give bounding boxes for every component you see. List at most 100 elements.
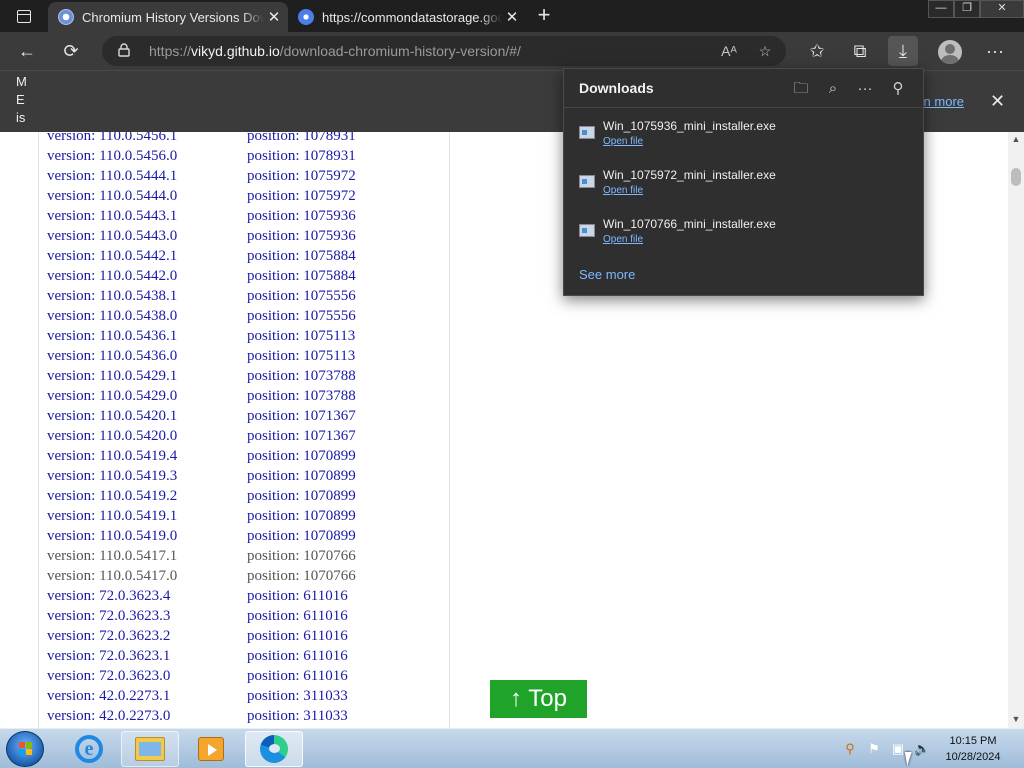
version-label[interactable]: version: 110.0.5419.0 [47, 528, 177, 545]
version-label[interactable]: version: 110.0.5429.0 [47, 388, 177, 405]
action-center-flag-icon[interactable]: ⚑ [866, 741, 882, 757]
address-bar[interactable]: https://vikyd.github.io/download-chromiu… [102, 36, 786, 66]
media-player-button[interactable] [182, 731, 240, 767]
position-label[interactable]: position: 1070899 [247, 448, 356, 465]
position-label[interactable]: position: 1075113 [247, 348, 355, 365]
see-more-link[interactable]: See more [579, 267, 635, 282]
scroll-down-icon[interactable]: ▼ [1008, 714, 1024, 726]
back-icon[interactable]: ← [12, 36, 42, 66]
scrollbar-thumb[interactable] [1011, 168, 1021, 186]
version-label[interactable]: version: 72.0.3623.4 [47, 588, 170, 605]
network-icon[interactable]: ▣ [890, 741, 906, 757]
open-file-link[interactable]: Open file [603, 185, 643, 196]
version-label[interactable]: version: 110.0.5444.0 [47, 188, 177, 205]
position-label[interactable]: position: 1075884 [247, 248, 356, 265]
version-label[interactable]: version: 110.0.5419.3 [47, 468, 177, 485]
refresh-icon[interactable]: ⟳ [56, 36, 86, 66]
add-favorite-icon[interactable]: ☆ [754, 40, 776, 62]
version-label[interactable]: version: 110.0.5456.0 [47, 148, 177, 165]
version-label[interactable]: version: 72.0.3623.3 [47, 608, 170, 625]
version-label[interactable]: version: 110.0.5438.1 [47, 288, 177, 305]
version-label[interactable]: version: 110.0.5417.1 [47, 548, 177, 565]
vertical-scrollbar[interactable]: ▲ ▼ [1008, 132, 1024, 728]
position-label[interactable]: position: 1070766 [247, 568, 356, 585]
version-label[interactable]: version: 72.0.3623.2 [47, 628, 170, 645]
tab-close-icon[interactable]: ✕ [264, 8, 284, 26]
close-window-icon[interactable]: ✕ [980, 0, 1024, 18]
collections-icon[interactable]: ⧉ [845, 36, 875, 66]
more-options-icon[interactable]: ··· [854, 78, 876, 100]
version-label[interactable]: version: 110.0.5442.1 [47, 248, 177, 265]
new-tab-icon[interactable]: + [532, 4, 556, 28]
download-item[interactable]: Win_1075936_mini_installer.exe Open file [564, 119, 923, 165]
version-label[interactable]: version: 110.0.5436.1 [47, 328, 177, 345]
version-label[interactable]: version: 110.0.5443.1 [47, 208, 177, 225]
version-label[interactable]: version: 110.0.5420.1 [47, 408, 177, 425]
system-clock[interactable]: 10:15 PM 10/28/2024 [940, 733, 1006, 765]
version-label[interactable]: version: 110.0.5442.0 [47, 268, 177, 285]
open-file-link[interactable]: Open file [603, 136, 643, 147]
favorites-icon[interactable]: ✩ [802, 36, 832, 66]
restore-icon[interactable]: ❐ [954, 0, 980, 18]
position-label[interactable]: position: 1070899 [247, 528, 356, 545]
position-label[interactable]: position: 1073788 [247, 368, 356, 385]
open-file-link[interactable]: Open file [603, 234, 643, 245]
version-label[interactable]: version: 42.0.2273.0 [47, 708, 170, 725]
position-label[interactable]: position: 1075972 [247, 188, 356, 205]
position-label[interactable]: position: 311033 [247, 688, 348, 705]
version-label[interactable]: version: 72.0.3623.1 [47, 648, 170, 665]
top-button[interactable]: ↑ Top [490, 680, 587, 718]
volume-muted-icon[interactable]: 🔈 [914, 741, 930, 757]
version-label[interactable]: version: 110.0.5419.1 [47, 508, 177, 525]
tab-commondatastorage[interactable]: https://commondatastorage.goo ✕ [288, 2, 526, 32]
minimize-icon[interactable]: — [928, 0, 954, 18]
version-label[interactable]: version: 42.0.2273.1 [47, 688, 170, 705]
version-label[interactable]: version: 110.0.5436.0 [47, 348, 177, 365]
position-label[interactable]: position: 1071367 [247, 428, 356, 445]
more-icon[interactable]: ··· [980, 36, 1010, 66]
scroll-up-icon[interactable]: ▲ [1008, 134, 1024, 146]
read-aloud-icon[interactable]: Aᴬ [718, 40, 740, 62]
internet-explorer-button[interactable]: e [60, 731, 118, 767]
version-label[interactable]: version: 110.0.5419.4 [47, 448, 177, 465]
position-label[interactable]: position: 1075556 [247, 308, 356, 325]
position-label[interactable]: position: 1070899 [247, 488, 356, 505]
position-label[interactable]: position: 611016 [247, 588, 348, 605]
position-label[interactable]: position: 1075113 [247, 328, 355, 345]
tab-actions-icon[interactable] [10, 6, 38, 26]
edge-button[interactable] [245, 731, 303, 767]
download-item[interactable]: Win_1075972_mini_installer.exe Open file [564, 168, 923, 214]
download-item[interactable]: Win_1070766_mini_installer.exe Open file [564, 217, 923, 263]
version-label[interactable]: version: 110.0.5419.2 [47, 488, 177, 505]
search-icon[interactable]: ⌕ [822, 78, 844, 100]
version-label[interactable]: version: 110.0.5438.0 [47, 308, 177, 325]
position-label[interactable]: position: 1070899 [247, 468, 356, 485]
downloads-icon[interactable]: ⤓ [888, 36, 918, 66]
start-button[interactable] [6, 731, 44, 767]
tab-chromium-history[interactable]: Chromium History Versions Dow ✕ [48, 2, 288, 32]
profile-icon[interactable] [938, 40, 962, 64]
position-label[interactable]: position: 1075556 [247, 288, 356, 305]
version-label[interactable]: version: 72.0.3623.0 [47, 668, 170, 685]
position-label[interactable]: position: 1075936 [247, 208, 356, 225]
position-label[interactable]: position: 1070766 [247, 548, 356, 565]
position-label[interactable]: position: 611016 [247, 608, 348, 625]
tab-close-icon[interactable]: ✕ [502, 8, 522, 26]
version-label[interactable]: version: 110.0.5417.0 [47, 568, 177, 585]
position-label[interactable]: position: 1075884 [247, 268, 356, 285]
position-label[interactable]: position: 1070899 [247, 508, 356, 525]
version-label[interactable]: version: 110.0.5420.0 [47, 428, 177, 445]
position-label[interactable]: position: 1078931 [247, 132, 356, 145]
version-label[interactable]: version: 110.0.5444.1 [47, 168, 177, 185]
position-label[interactable]: position: 1073788 [247, 388, 356, 405]
position-label[interactable]: position: 1078931 [247, 148, 356, 165]
position-label[interactable]: position: 1071367 [247, 408, 356, 425]
position-label[interactable]: position: 611016 [247, 648, 348, 665]
version-label[interactable]: version: 110.0.5443.0 [47, 228, 177, 245]
position-label[interactable]: position: 1075972 [247, 168, 356, 185]
position-label[interactable]: position: 1075936 [247, 228, 356, 245]
open-folder-icon[interactable]: 🗀 [790, 78, 812, 100]
pin-icon[interactable]: ⚲ [887, 78, 909, 100]
position-label[interactable]: position: 611016 [247, 668, 348, 685]
position-label[interactable]: position: 611016 [247, 628, 348, 645]
